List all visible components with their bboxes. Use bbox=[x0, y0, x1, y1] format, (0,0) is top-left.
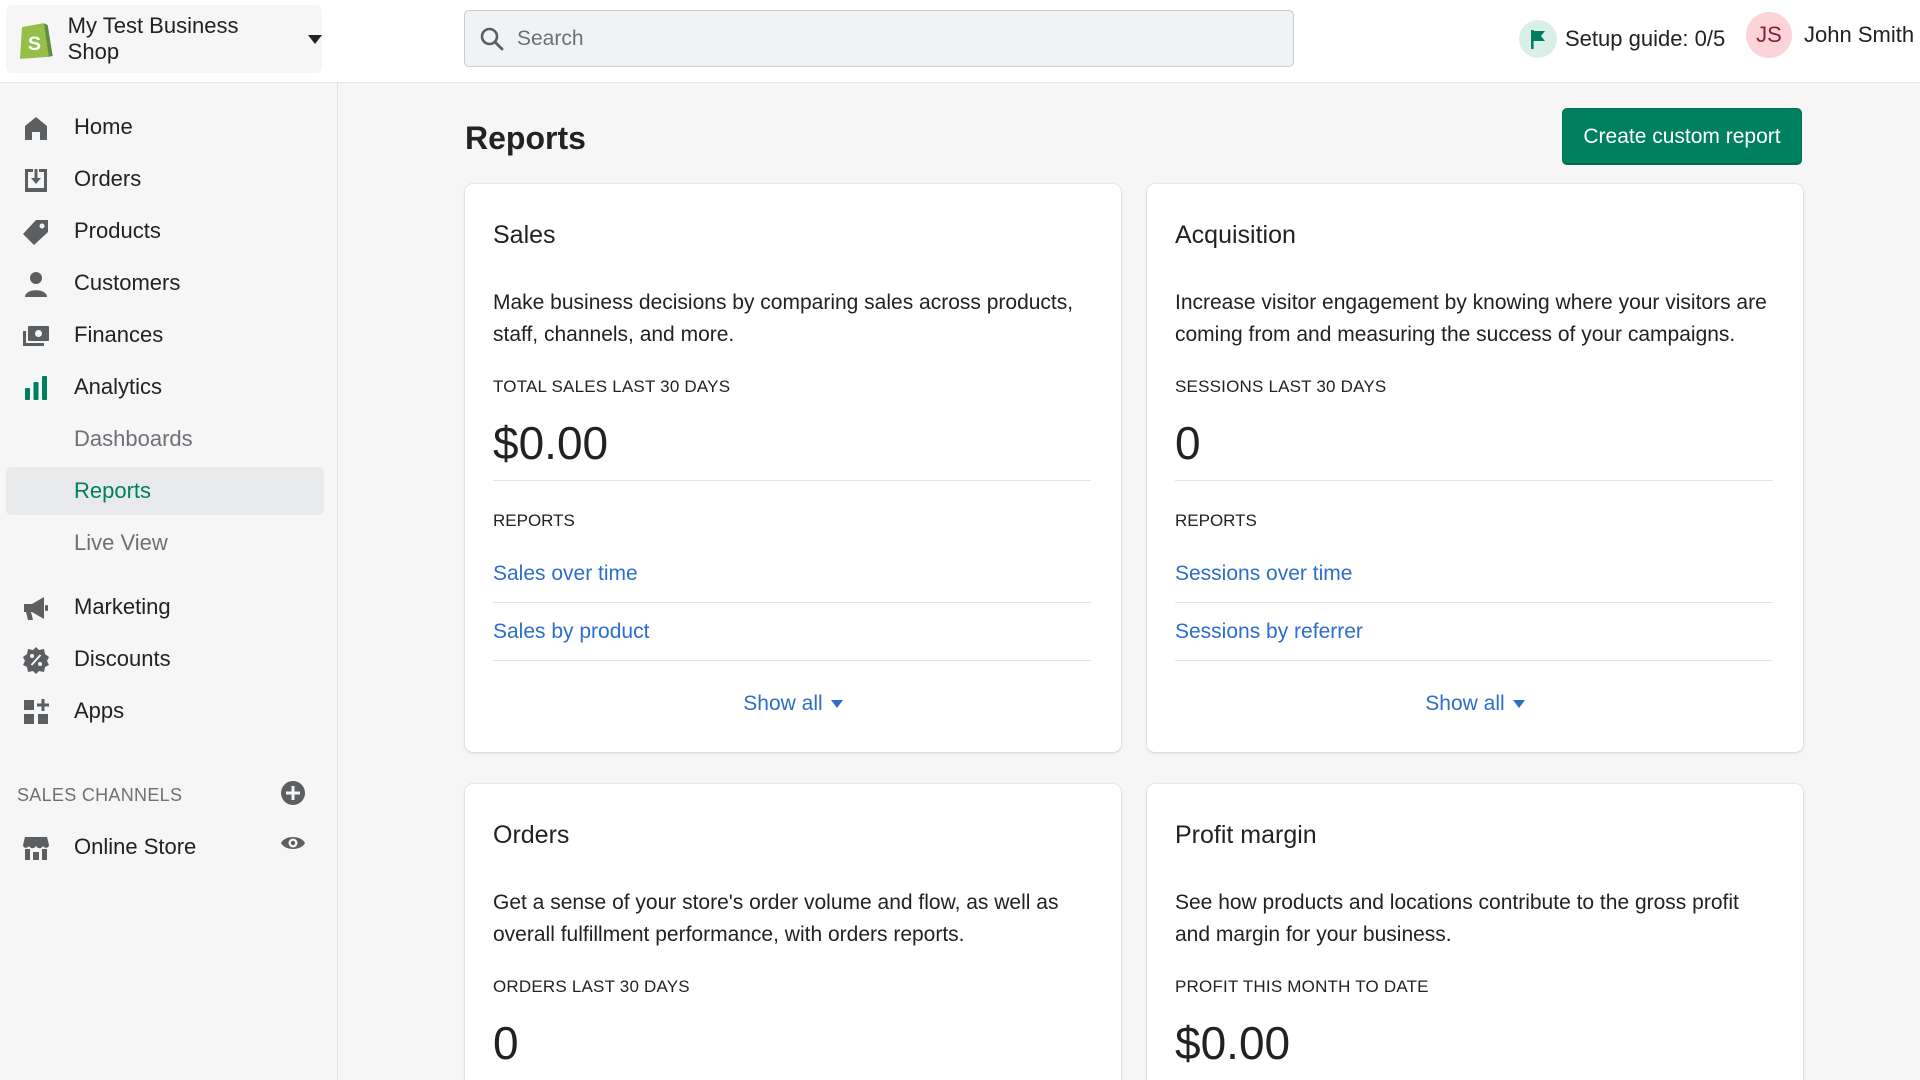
discount-icon bbox=[23, 647, 49, 674]
divider bbox=[1175, 480, 1773, 481]
card-description: Get a sense of your store's order volume… bbox=[493, 891, 1059, 946]
add-circle-icon[interactable] bbox=[280, 780, 306, 806]
divider bbox=[1175, 660, 1773, 661]
sidebar-item-label: Customers bbox=[74, 270, 181, 295]
setup-guide-label: Setup guide: 0/5 bbox=[1565, 26, 1726, 51]
sidebar-item-label: Live View bbox=[74, 530, 168, 555]
sidebar-item-label: Apps bbox=[74, 698, 125, 723]
search-input[interactable] bbox=[517, 26, 1277, 51]
avatar: JS bbox=[1746, 12, 1792, 58]
sidebar-item-dashboards[interactable]: Dashboards bbox=[6, 415, 324, 463]
setup-guide-button[interactable]: Setup guide: 0/5 bbox=[1519, 20, 1725, 58]
sidebar-item-discounts[interactable]: Discounts bbox=[6, 635, 324, 683]
orders-icon bbox=[25, 169, 47, 192]
metric-label: ORDERS LAST 30 DAYS bbox=[493, 977, 690, 996]
sidebar-item-label: Finances bbox=[74, 322, 164, 347]
reports-label: REPORTS bbox=[493, 511, 575, 530]
report-link-sales-over-time[interactable]: Sales over time bbox=[493, 562, 638, 586]
sidebar-item-analytics[interactable]: Analytics bbox=[6, 363, 324, 411]
card-description: Make business decisions by comparing sal… bbox=[493, 291, 1074, 346]
page-title: Reports bbox=[465, 120, 586, 156]
sidebar-item-label: Analytics bbox=[74, 374, 163, 399]
profit-margin-card: Profit margin See how products and locat… bbox=[1147, 784, 1803, 1080]
store-icon bbox=[23, 837, 49, 860]
sidebar-item-products[interactable]: Products bbox=[6, 207, 324, 255]
sidebar-item-label: Marketing bbox=[74, 594, 171, 619]
caret-down-icon bbox=[830, 700, 843, 709]
sidebar-item-home[interactable]: Home bbox=[6, 103, 324, 151]
metric-value: $0.00 bbox=[1175, 1017, 1291, 1069]
search-bar[interactable] bbox=[464, 10, 1294, 67]
card-title: Profit margin bbox=[1175, 821, 1317, 849]
svg-text:S: S bbox=[28, 33, 41, 55]
sidebar-item-online-store[interactable]: Online Store bbox=[6, 823, 324, 871]
sidebar-item-label: Discounts bbox=[74, 646, 171, 671]
show-all-label: Show all bbox=[1425, 692, 1505, 715]
show-all-button[interactable]: Show all bbox=[465, 692, 1121, 716]
card-description: See how products and locations contribut… bbox=[1175, 891, 1739, 946]
finances-icon bbox=[23, 326, 49, 346]
metric-value: $0.00 bbox=[493, 417, 609, 469]
user-menu[interactable]: JS John Smith bbox=[1746, 12, 1914, 58]
divider bbox=[493, 480, 1091, 481]
sidebar-item-label: Orders bbox=[74, 166, 142, 191]
divider bbox=[1175, 602, 1773, 603]
metric-value: 0 bbox=[493, 1017, 519, 1069]
sales-channels-heading: SALES CHANNELS bbox=[17, 785, 183, 805]
metric-label: PROFIT THIS MONTH TO DATE bbox=[1175, 977, 1429, 996]
metric-label: SESSIONS LAST 30 DAYS bbox=[1175, 377, 1387, 396]
metric-value: 0 bbox=[1175, 417, 1201, 469]
home-icon bbox=[25, 117, 47, 140]
top-bar: S My Test Business Shop Setup guide: 0/5… bbox=[0, 0, 1920, 83]
sidebar: Home Orders Products Customers Finances … bbox=[0, 83, 338, 1080]
caret-down-icon bbox=[1512, 700, 1525, 709]
bar-chart-icon bbox=[25, 376, 47, 400]
store-switcher[interactable]: S My Test Business Shop bbox=[6, 5, 322, 73]
person-icon bbox=[25, 272, 47, 297]
user-name: John Smith bbox=[1804, 22, 1915, 47]
acquisition-card: Acquisition Increase visitor engagement … bbox=[1147, 184, 1803, 752]
report-link-sessions-over-time[interactable]: Sessions over time bbox=[1175, 562, 1352, 586]
sidebar-item-orders[interactable]: Orders bbox=[6, 155, 324, 203]
tag-icon bbox=[23, 220, 48, 245]
sidebar-item-reports[interactable]: Reports bbox=[6, 467, 324, 515]
divider bbox=[493, 660, 1091, 661]
sidebar-item-label: Reports bbox=[74, 478, 152, 503]
megaphone-icon bbox=[24, 597, 48, 620]
sidebar-item-label: Home bbox=[74, 114, 133, 139]
flag-icon bbox=[1519, 20, 1557, 58]
sales-card: Sales Make business decisions by compari… bbox=[465, 184, 1121, 752]
sidebar-item-customers[interactable]: Customers bbox=[6, 259, 324, 307]
card-title: Orders bbox=[493, 821, 570, 849]
sidebar-item-label: Online Store bbox=[74, 834, 197, 859]
sidebar-item-label: Products bbox=[74, 218, 161, 243]
apps-icon bbox=[24, 699, 49, 724]
divider bbox=[493, 602, 1091, 603]
chevron-down-icon bbox=[308, 34, 322, 44]
card-title: Acquisition bbox=[1175, 221, 1296, 249]
show-all-button[interactable]: Show all bbox=[1147, 692, 1803, 716]
sidebar-item-live-view[interactable]: Live View bbox=[6, 519, 324, 567]
report-link-sessions-by-referrer[interactable]: Sessions by referrer bbox=[1175, 620, 1363, 644]
store-name: My Test Business Shop bbox=[67, 13, 239, 64]
search-icon bbox=[480, 27, 504, 50]
card-title: Sales bbox=[493, 221, 556, 249]
sidebar-item-apps[interactable]: Apps bbox=[6, 687, 324, 735]
orders-card: Orders Get a sense of your store's order… bbox=[465, 784, 1121, 1080]
show-all-label: Show all bbox=[743, 692, 823, 715]
sidebar-item-marketing[interactable]: Marketing bbox=[6, 583, 324, 631]
report-link-sales-by-product[interactable]: Sales by product bbox=[493, 620, 649, 644]
shopify-logo-icon: S bbox=[19, 23, 53, 59]
reports-label: REPORTS bbox=[1175, 511, 1257, 530]
sidebar-item-label: Dashboards bbox=[74, 426, 193, 451]
metric-label: TOTAL SALES LAST 30 DAYS bbox=[493, 377, 731, 396]
eye-icon[interactable] bbox=[280, 830, 306, 856]
sidebar-item-finances[interactable]: Finances bbox=[6, 311, 324, 359]
card-description: Increase visitor engagement by knowing w… bbox=[1175, 291, 1767, 346]
create-custom-report-button[interactable]: Create custom report bbox=[1562, 108, 1802, 165]
